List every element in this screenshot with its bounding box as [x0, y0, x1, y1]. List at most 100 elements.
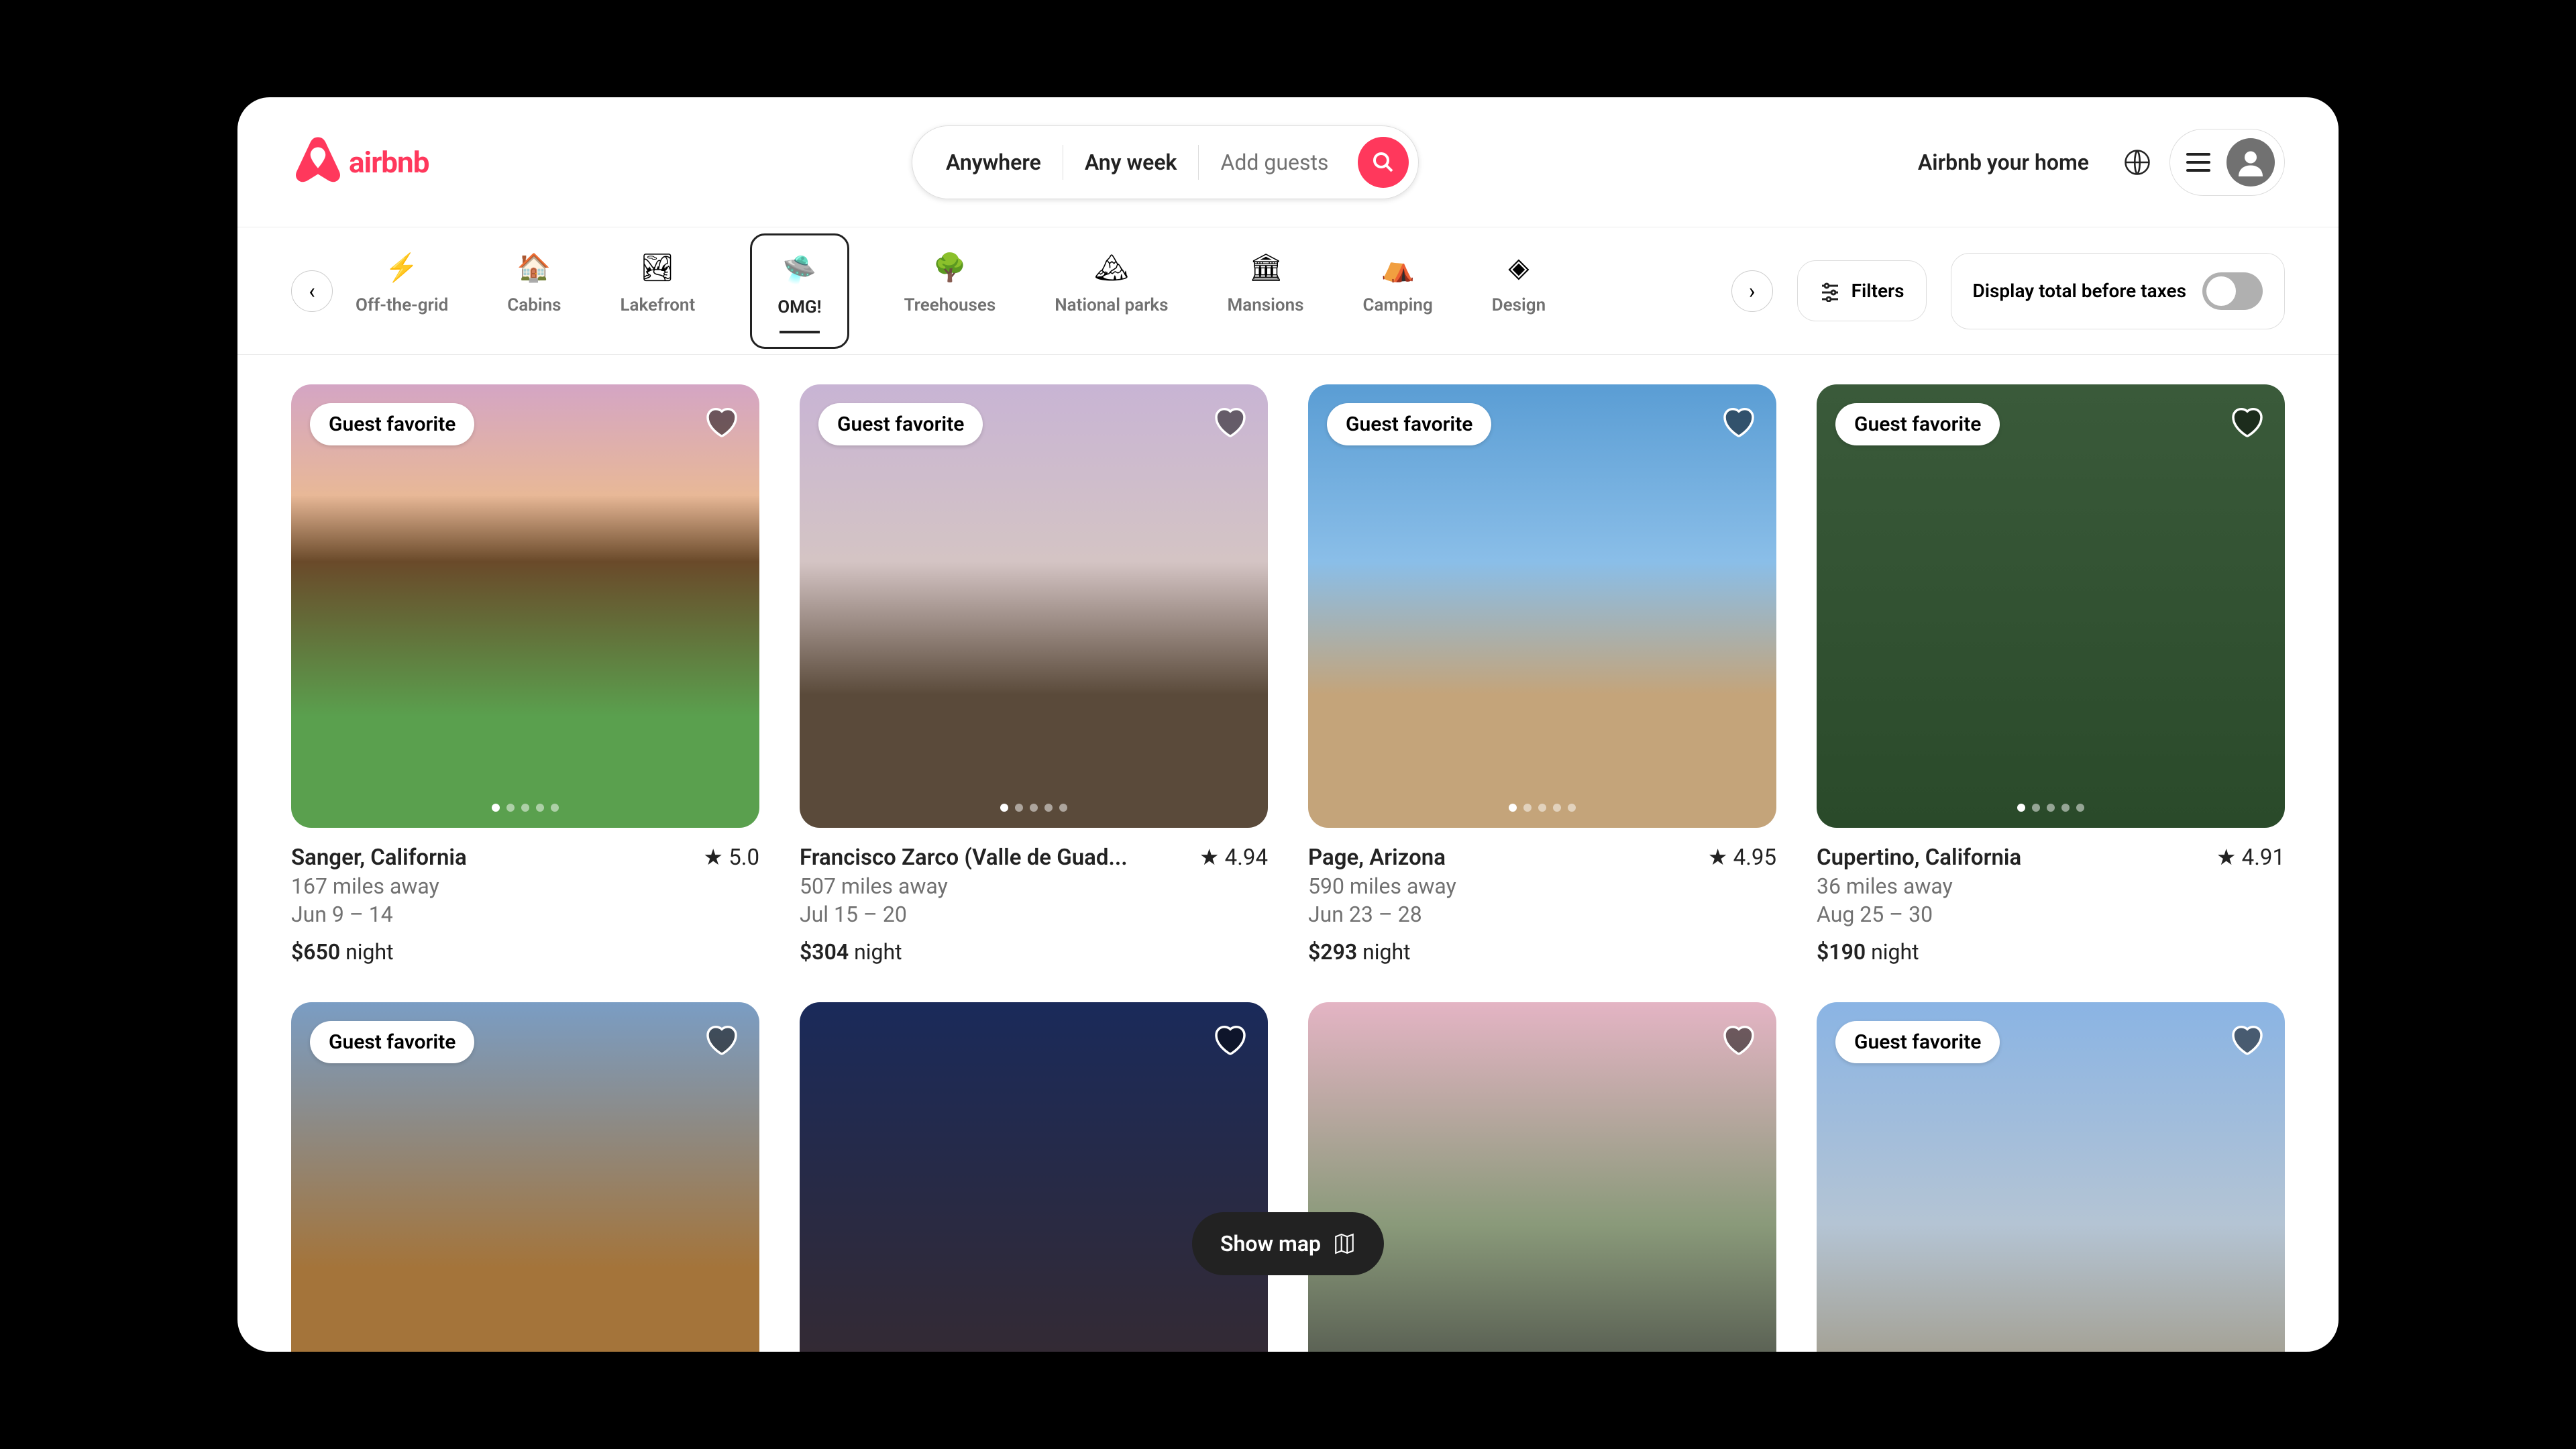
listing-rating: ★ 4.95 [1708, 844, 1776, 871]
globe-icon [2124, 149, 2151, 176]
svg-text:🏛: 🏛 [1248, 251, 1283, 283]
show-map-button[interactable]: Show map [1192, 1212, 1384, 1275]
listing-image[interactable]: Guest favorite [291, 384, 759, 828]
category-scroll: ‹ ⚡ Off-the-grid 🏠 Cabins 🏞 Lakefront 🛸 … [291, 233, 1773, 349]
language-button[interactable] [2121, 146, 2153, 178]
listing-card[interactable]: Guest favorite Cupertino, California ★ 4… [1817, 384, 2285, 965]
category-icon: ◈ [1501, 250, 1537, 286]
tax-toggle[interactable]: Display total before taxes [1951, 253, 2285, 329]
listing-card[interactable]: Guest favorite [291, 1002, 759, 1352]
category-lakefront[interactable]: 🏞 Lakefront [616, 233, 700, 349]
airbnb-logo-icon [291, 136, 345, 189]
listing-card[interactable] [1308, 1002, 1776, 1352]
listing-card[interactable]: Guest favorite Page, Arizona ★ 4.95 590 … [1308, 384, 1776, 965]
listing-card[interactable]: Guest favorite Francisco Zarco (Valle de… [800, 384, 1268, 965]
listing-rating: ★ 4.91 [2216, 844, 2285, 871]
listing-info: Cupertino, California ★ 4.91 36 miles aw… [1817, 828, 2285, 965]
heart-icon [1212, 403, 1249, 441]
heart-icon [1720, 1021, 1758, 1059]
listing-distance: 590 miles away [1308, 873, 1776, 899]
image-dots [492, 804, 559, 812]
guest-favorite-badge: Guest favorite [310, 403, 474, 445]
logo[interactable]: airbnb [291, 136, 429, 189]
listing-price: $293 night [1308, 939, 1776, 965]
filters-button[interactable]: Filters [1797, 260, 1927, 321]
heart-icon [2229, 403, 2266, 441]
category-label: Treehouses [904, 295, 996, 315]
category-treehouses[interactable]: 🌳 Treehouses [900, 233, 1000, 349]
wishlist-button[interactable] [703, 403, 741, 441]
image-dots [1000, 804, 1067, 812]
category-icon: 🏛 [1248, 250, 1284, 286]
svg-text:🌳: 🌳 [933, 251, 967, 283]
hamburger-icon [2186, 153, 2210, 172]
category-camping[interactable]: ⛺ Camping [1359, 233, 1437, 349]
heart-icon [2229, 1021, 2266, 1059]
listing-info: Francisco Zarco (Valle de Guad... ★ 4.94… [800, 828, 1268, 965]
listing-distance: 167 miles away [291, 873, 759, 899]
heart-icon [1720, 403, 1758, 441]
wishlist-button[interactable] [703, 1021, 741, 1059]
search-where[interactable]: Anywhere [924, 150, 1063, 175]
logo-text: airbnb [349, 145, 429, 180]
listing-distance: 36 miles away [1817, 873, 2285, 899]
wishlist-button[interactable] [2229, 403, 2266, 441]
wishlist-button[interactable] [1720, 403, 1758, 441]
listing-image[interactable]: Guest favorite [291, 1002, 759, 1352]
category-label: Camping [1363, 295, 1433, 315]
user-menu[interactable] [2169, 129, 2285, 196]
listing-rating: ★ 4.94 [1199, 844, 1268, 871]
category-cabins[interactable]: 🏠 Cabins [503, 233, 565, 349]
listing-card[interactable] [800, 1002, 1268, 1352]
wishlist-button[interactable] [1212, 403, 1249, 441]
listing-image[interactable] [1308, 1002, 1776, 1352]
search-bar[interactable]: Anywhere Any week Add guests [912, 125, 1419, 199]
guest-favorite-badge: Guest favorite [1327, 403, 1491, 445]
wishlist-button[interactable] [1212, 1021, 1249, 1059]
header: airbnb Anywhere Any week Add guests Airb… [237, 97, 2339, 227]
heart-icon [703, 1021, 741, 1059]
category-icon: 🛸 [782, 252, 818, 288]
heart-icon [1212, 1021, 1249, 1059]
category-label: OMG! [777, 297, 821, 317]
svg-text:🏞: 🏞 [641, 251, 675, 283]
listing-title: Francisco Zarco (Valle de Guad... [800, 845, 1136, 871]
search-guests[interactable]: Add guests [1199, 150, 1350, 175]
listing-image[interactable]: Guest favorite [1308, 384, 1776, 828]
host-link[interactable]: Airbnb your home [1902, 136, 2105, 189]
category-off-the-grid[interactable]: ⚡ Off-the-grid [352, 233, 452, 349]
listing-title: Page, Arizona [1308, 845, 1454, 871]
category-mansions[interactable]: 🏛 Mansions [1224, 233, 1308, 349]
listing-image[interactable]: Guest favorite [1817, 384, 2285, 828]
image-dots [2017, 804, 2084, 812]
listing-image[interactable]: Guest favorite [1817, 1002, 2285, 1352]
category-label: Lakefront [621, 295, 696, 315]
listing-image[interactable]: Guest favorite [800, 384, 1268, 828]
listing-price: $304 night [800, 939, 1268, 965]
category-label: Design [1492, 295, 1546, 315]
svg-text:🏔: 🏔 [1094, 251, 1128, 283]
listing-card[interactable]: Guest favorite [1817, 1002, 2285, 1352]
listing-card[interactable]: Guest favorite Sanger, California ★ 5.0 … [291, 384, 759, 965]
search-button[interactable] [1358, 137, 1409, 188]
filters-icon [1819, 280, 1841, 302]
category-national-parks[interactable]: 🏔 National parks [1051, 233, 1172, 349]
guest-favorite-badge: Guest favorite [818, 403, 983, 445]
heart-icon [703, 403, 741, 441]
listing-title: Cupertino, California [1817, 845, 2029, 871]
toggle-switch[interactable] [2202, 272, 2263, 310]
category-design[interactable]: ◈ Design [1488, 233, 1550, 349]
category-next-button[interactable]: › [1731, 270, 1773, 312]
svg-text:◈: ◈ [1508, 251, 1529, 283]
category-omg-[interactable]: 🛸 OMG! [750, 233, 849, 349]
svg-text:🛸: 🛸 [783, 253, 816, 286]
category-prev-button[interactable]: ‹ [291, 270, 333, 312]
svg-text:🏠: 🏠 [517, 251, 551, 283]
listing-image[interactable] [800, 1002, 1268, 1352]
wishlist-button[interactable] [2229, 1021, 2266, 1059]
search-when[interactable]: Any week [1063, 150, 1199, 175]
wishlist-button[interactable] [1720, 1021, 1758, 1059]
category-icon: ⛺ [1380, 250, 1416, 286]
map-icon [1333, 1232, 1356, 1255]
category-icon: 🌳 [932, 250, 968, 286]
